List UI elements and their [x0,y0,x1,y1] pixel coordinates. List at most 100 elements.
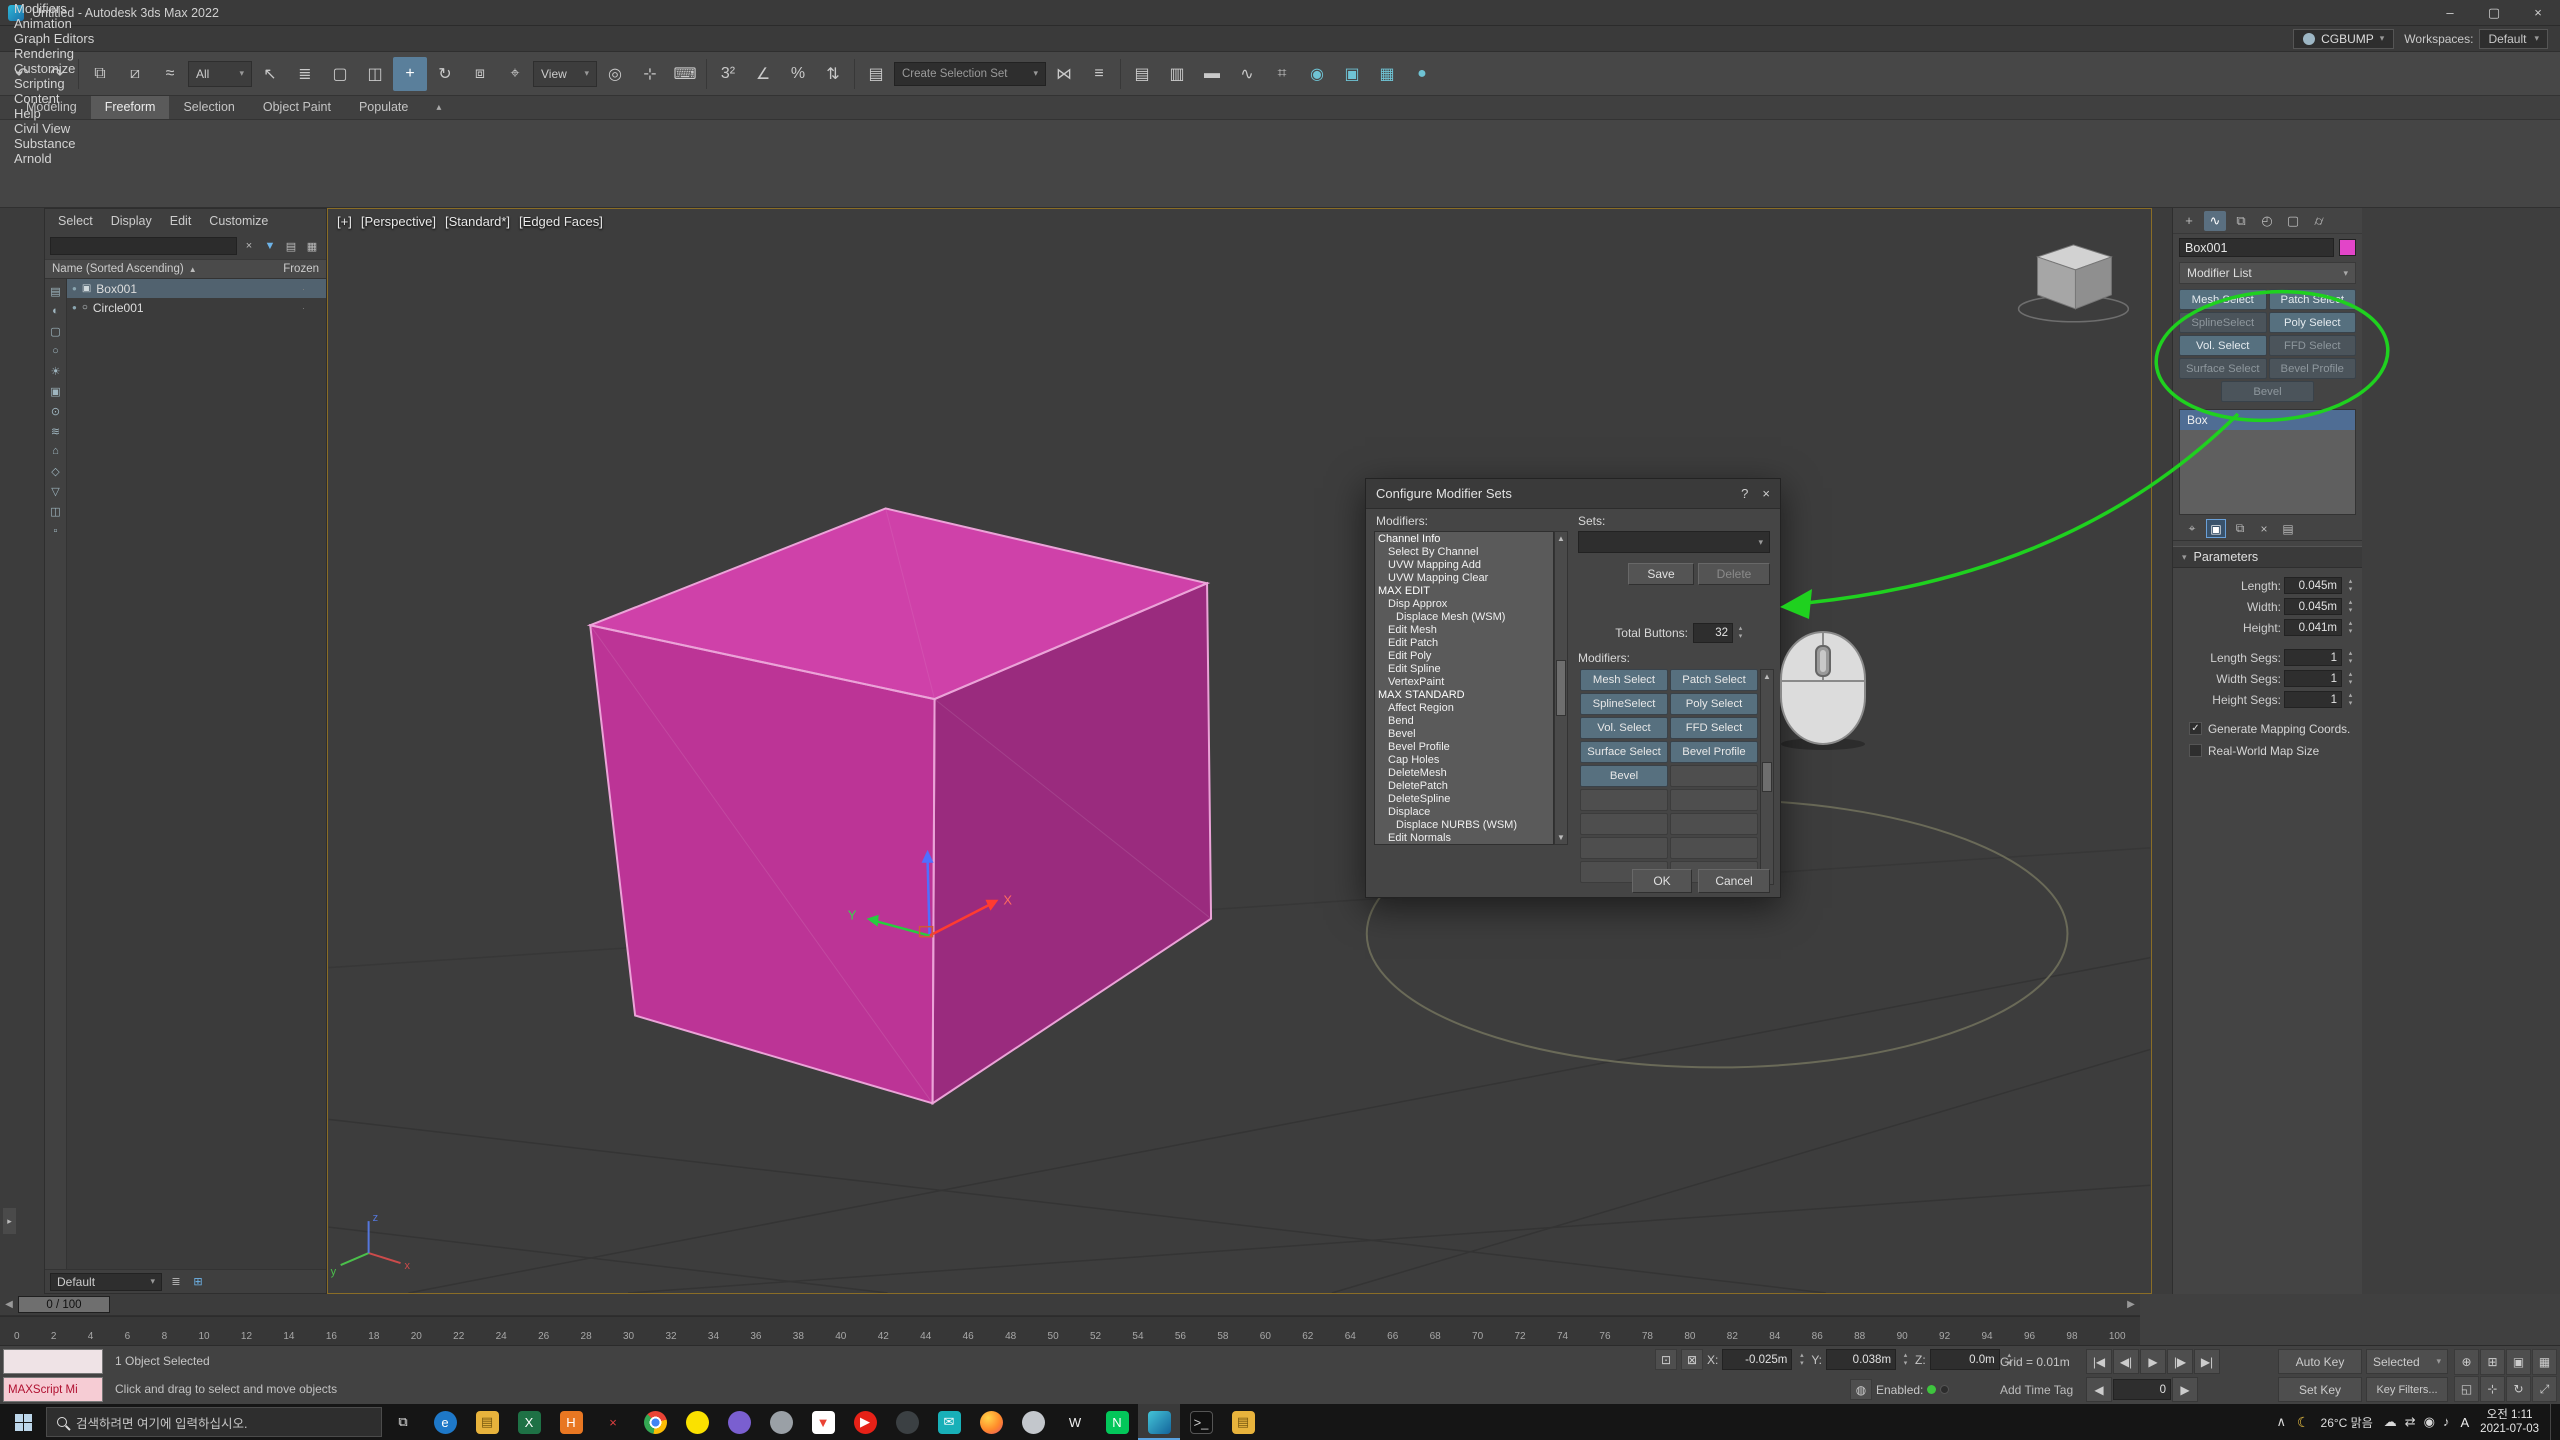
scene-object-row[interactable]: ● ▣ Box001 · [67,279,326,298]
menu-item[interactable]: Graph Editors [4,31,104,46]
ok-button[interactable]: OK [1632,869,1692,893]
isolate-selection-icon[interactable]: ⊡ [1655,1349,1677,1370]
param-checkbox-row[interactable]: ✓ Generate Mapping Coords. [2173,719,2362,738]
ribbon-minimize-icon[interactable]: ▴ [436,102,441,113]
modifier-list-item[interactable]: Cap Holes [1375,753,1553,766]
x-spinner[interactable]: ▴▾ [1796,1352,1807,1367]
close-button[interactable]: × [2516,0,2560,25]
configure-modifier-sets-icon[interactable]: ▤ [2278,519,2298,538]
explorer-menu-item[interactable]: Edit [161,214,201,228]
modifier-slot-button[interactable]: Mesh Select [1580,669,1668,691]
ribbon-tab[interactable]: Selection [169,96,248,119]
toolbar-separator[interactable] [854,59,855,89]
modifier-slot-button[interactable] [1670,837,1758,859]
modifier-list-item[interactable]: Edit Poly [1375,649,1553,662]
toggle-scene-explorer-icon[interactable]: ▤ [1125,57,1159,91]
param-value-field[interactable]: 0.041m [2284,619,2342,636]
param-value-field[interactable]: 0.045m [2284,577,2342,594]
rendered-frame-window-icon[interactable]: ▦ [1370,57,1404,91]
ribbon-tab[interactable]: Freeform [91,96,170,119]
modifier-slot-button[interactable]: Bevel Profile [1670,741,1758,763]
explorer-settings-icon[interactable]: ▦ [303,237,321,255]
gray-circle-app-icon[interactable] [1012,1404,1054,1440]
select-and-manipulate-icon[interactable]: ⊹ [633,57,667,91]
explorer-menu-item[interactable]: Select [49,214,102,228]
play-icon[interactable]: ▶ [2140,1349,2166,1374]
firefox-icon[interactable] [970,1404,1012,1440]
material-editor-icon[interactable]: ◉ [1300,57,1334,91]
modifier-list-item[interactable]: Bend [1375,714,1553,727]
modify-tab-icon[interactable]: ∿ [2204,211,2226,231]
align-icon[interactable]: ≡ [1082,57,1116,91]
hierarchy-tab-icon[interactable]: ⧉ [2230,211,2252,231]
tray-cloud-icon[interactable]: ☁ [2384,1414,2397,1430]
checkbox[interactable] [2189,744,2202,757]
maximize-button[interactable]: ▢ [2472,0,2516,25]
param-value-field[interactable]: 1 [2284,649,2342,666]
modifier-slot-button[interactable] [1580,813,1668,835]
start-button[interactable] [0,1404,46,1440]
param-value-field[interactable]: 0.045m [2284,598,2342,615]
modifier-list-item[interactable]: Edit Normals [1375,831,1553,844]
zoom-extents-all-icon[interactable]: ▦ [2532,1349,2557,1375]
current-frame-field[interactable]: 0 [2113,1379,2171,1400]
set-key-button[interactable]: Set Key [2278,1377,2362,1402]
display-geometry-icon[interactable]: ▢ [50,321,60,341]
mirror-icon[interactable]: ⋈ [1047,57,1081,91]
display-containers-icon[interactable]: ◫ [50,501,60,521]
name-column-header[interactable]: Name (Sorted Ascending) [52,263,184,275]
modifier-button[interactable]: Poly Select [2269,312,2357,333]
checkbox[interactable]: ✓ [2189,722,2202,735]
explorer-display-menu-icon[interactable]: ≣ [167,1273,185,1291]
ribbon-tab[interactable]: Populate [345,96,422,119]
y-coordinate-field[interactable]: 0.038m [1826,1349,1896,1370]
schematic-view-icon[interactable]: ⌗ [1265,57,1299,91]
modifier-button[interactable]: Patch Select [2269,289,2357,310]
clear-search-icon[interactable]: × [240,237,258,255]
explorer-new-explorer-icon[interactable]: ⊞ [189,1273,207,1291]
modifier-slot-button[interactable]: SplineSelect [1580,693,1668,715]
explorer-menu-item[interactable]: Customize [200,214,277,228]
modifier-button[interactable]: FFD Select [2269,335,2357,356]
window-crossing-icon[interactable]: ◫ [358,57,392,91]
cancel-button[interactable]: Cancel [1698,869,1770,893]
pin-stack-icon[interactable]: ⌖ [2182,519,2202,538]
taskbar-clock[interactable]: 오전 1:11 2021-07-03 [2480,1408,2539,1437]
ribbon-tab[interactable]: Modeling [12,96,91,119]
snaps-toggle-icon[interactable]: 3² [711,57,745,91]
reference-coordinate-dropdown[interactable]: View▾ [533,61,597,87]
toolbar-separator[interactable] [78,59,79,89]
render-setup-icon[interactable]: ▣ [1335,57,1369,91]
modifier-list-item[interactable]: UVW Mapping Clear [1375,571,1553,584]
parameters-rollout-header[interactable]: ▾ Parameters [2173,546,2362,568]
toggle-ribbon-icon[interactable]: ▬ [1195,57,1229,91]
dialog-titlebar[interactable]: Configure Modifier Sets ? × [1366,479,1780,509]
weather-text[interactable]: 26°C 맑음 [2321,1414,2373,1431]
select-by-name-icon[interactable]: ≣ [288,57,322,91]
dialog-close-button[interactable]: × [1762,486,1770,501]
param-spinner[interactable]: ▴▾ [2345,650,2356,665]
render-production-icon[interactable]: ● [1405,57,1439,91]
param-spinner[interactable]: ▴▾ [2345,620,2356,635]
scene-object-row[interactable]: ● ○ Circle001 · [67,298,326,317]
modifier-list-item[interactable]: Disp Approx [1375,597,1553,610]
show-desktop-button[interactable] [2550,1404,2556,1440]
modifier-list-item[interactable]: Displace Mesh (WSM) [1375,610,1553,623]
display-lights-icon[interactable]: ☀ [51,361,61,381]
selection-lock-icon[interactable]: ⊠ [1681,1349,1703,1370]
modifier-list-item[interactable]: Affect Region [1375,701,1553,714]
display-xrefs-icon[interactable]: ◇ [51,461,59,481]
rectangular-selection-region-icon[interactable]: ▢ [323,57,357,91]
zoom-all-icon[interactable]: ⊞ [2480,1349,2505,1375]
menu-item[interactable]: Civil View [4,121,104,136]
taskbar-search-box[interactable]: 검색하려면 여기에 입력하십시오. [46,1407,382,1437]
remove-modifier-icon[interactable]: × [2254,519,2274,538]
modifier-list-item[interactable]: DeleteSpline [1375,792,1553,805]
unlink-selection-icon[interactable]: ⧄ [118,57,152,91]
modifier-list-dropdown[interactable]: Modifier List ▾ [2179,262,2356,284]
use-pivot-center-icon[interactable]: ◎ [598,57,632,91]
tray-status-icon[interactable]: ◉ [2424,1414,2435,1430]
task-view-button[interactable]: ⧉ [382,1404,424,1440]
modifier-button[interactable]: Vol. Select [2179,335,2267,356]
modifier-list-item[interactable]: Displace NURBS (WSM) [1375,818,1553,831]
